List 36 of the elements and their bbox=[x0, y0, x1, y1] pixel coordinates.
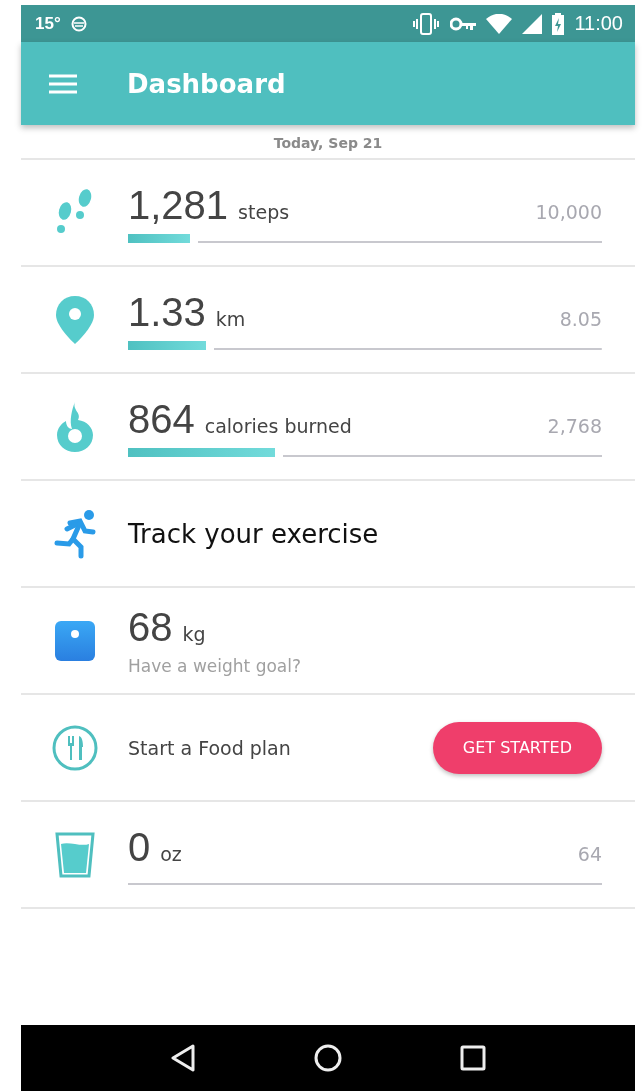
clock: 11:00 bbox=[574, 12, 623, 35]
metric-value: 864 bbox=[128, 396, 195, 442]
temperature: 15° bbox=[35, 13, 61, 34]
goal-value: 10,000 bbox=[535, 200, 602, 223]
metric-unit: steps bbox=[238, 200, 290, 223]
food-plan-label: Start a Food plan bbox=[128, 736, 292, 759]
page-title: Dashboard bbox=[127, 68, 286, 99]
weight-goal-hint[interactable]: Have a weight goal? bbox=[128, 656, 602, 676]
goal-value: 64 bbox=[577, 842, 602, 865]
running-person-icon bbox=[52, 508, 97, 559]
metric-value: 1,281 bbox=[128, 182, 229, 228]
get-started-button[interactable]: GET STARTED bbox=[432, 721, 602, 774]
recents-icon[interactable] bbox=[460, 1045, 486, 1071]
fork-knife-icon bbox=[51, 724, 98, 771]
weight-unit: kg bbox=[182, 623, 206, 645]
key-icon bbox=[450, 16, 477, 31]
metric-unit: oz bbox=[160, 842, 182, 865]
scale-icon bbox=[54, 620, 95, 661]
metric-value: 1.33 bbox=[128, 289, 206, 335]
weight-value: 68 bbox=[128, 605, 173, 650]
location-pin-icon bbox=[55, 295, 94, 344]
battery-charging-icon bbox=[552, 12, 565, 35]
back-icon[interactable] bbox=[170, 1044, 196, 1072]
signal-icon bbox=[522, 13, 543, 34]
metric-unit: km bbox=[215, 307, 246, 330]
goal-value: 2,768 bbox=[547, 414, 602, 437]
date-label: Today, Sep 21 bbox=[21, 125, 635, 160]
water-glass-icon bbox=[54, 831, 95, 878]
metric-value: 0 bbox=[128, 824, 151, 870]
wifi-icon bbox=[486, 13, 513, 34]
home-icon[interactable] bbox=[314, 1044, 342, 1072]
metric-unit: calories burned bbox=[204, 414, 352, 437]
flame-icon bbox=[56, 401, 93, 452]
goal-value: 8.05 bbox=[559, 307, 602, 330]
track-exercise-label[interactable]: Track your exercise bbox=[128, 518, 379, 549]
vibrate-icon bbox=[412, 12, 441, 35]
